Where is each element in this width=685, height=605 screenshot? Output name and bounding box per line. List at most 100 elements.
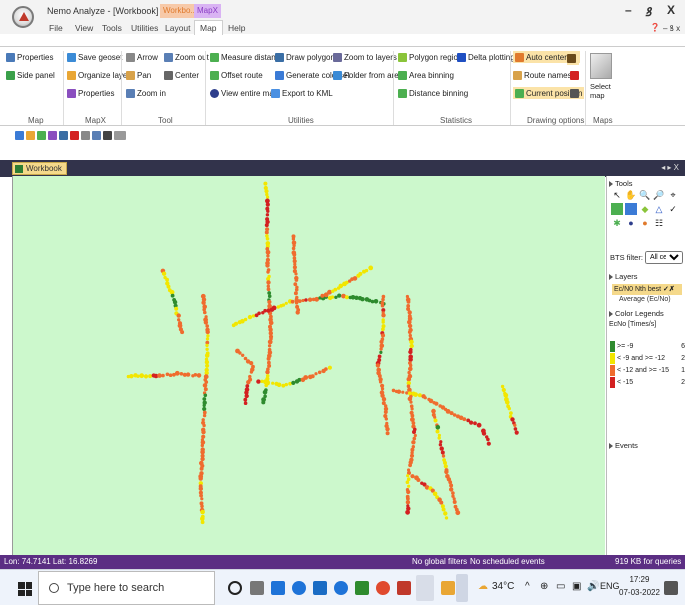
events-header[interactable]: Events [609,441,638,450]
volume-icon[interactable]: 🔊 [587,581,599,592]
organize-layers-button[interactable]: Organize layers [67,69,134,81]
offset-route-button[interactable]: Offset route [210,69,263,81]
view-entire-map-button[interactable]: View entire map [210,87,278,99]
distance-binning-button[interactable]: Distance binning [398,87,468,99]
colorset-tool-icon[interactable] [625,203,637,215]
table-icon[interactable] [59,130,68,140]
menu-map[interactable]: Map [194,20,223,35]
network-icon[interactable]: ⊕ [540,581,548,592]
route-names-toggle[interactable]: Route names [513,69,572,81]
info-tool-icon[interactable]: ☷ [653,217,665,229]
bts-filter-select[interactable]: All cells [644,251,683,264]
powerpoint-icon[interactable] [397,581,411,595]
pinned-app-icon[interactable] [456,574,468,602]
zoom-in-tool-icon[interactable]: 🔍 [639,189,651,201]
layer-check-icon[interactable]: ✓✗ [663,286,675,293]
excel-icon[interactable] [355,581,369,595]
delta-tool-icon[interactable]: △ [653,203,665,215]
settings-tool-icon[interactable] [570,69,581,81]
pen-tool-icon[interactable] [567,51,579,65]
position-tool-icon[interactable]: ● [639,217,651,229]
start-button[interactable] [18,582,32,596]
export-to-kml-button[interactable]: Export to KML [271,87,333,99]
map-view[interactable] [12,176,605,555]
tools-header[interactable]: Tools [609,179,633,188]
restore-button[interactable]: ꝸ [645,3,651,20]
language-indicator[interactable]: ENG [600,581,620,591]
pointer-tool-icon[interactable]: ↖ [611,189,623,201]
save-geoset-button[interactable]: Save geoset [67,51,122,63]
delta-plotting-button[interactable]: Delta plotting [457,51,515,63]
clock[interactable]: 17:29 07-03-2022 [619,573,660,599]
close-button[interactable]: X [667,3,675,17]
app-icon[interactable] [376,581,390,595]
chrome-icon[interactable] [334,581,348,595]
measure-tool-icon[interactable]: ✓ [667,203,679,215]
tab-workbook[interactable]: Workbook [12,162,67,175]
properties-button[interactable]: Properties [6,51,53,63]
layers-tool-icon[interactable] [611,203,623,215]
new-icon[interactable] [15,130,24,140]
menu-layout[interactable]: Layout [165,23,191,33]
zoom-to-layers-button[interactable]: Zoom to layers [333,51,397,63]
application-menu-button[interactable] [12,6,34,28]
route-tool-icon[interactable]: ✱ [611,217,623,229]
layers-header[interactable]: Layers [609,272,638,281]
filter-icon[interactable] [81,130,90,140]
chart-tool-icon[interactable] [570,87,581,99]
folder-taskbar-icon[interactable] [441,581,455,595]
layer-sub-item[interactable]: Average (Ec/No) [619,296,671,303]
temperature-readout[interactable]: 34°C [492,581,514,592]
color-legends-header[interactable]: Color Legends [609,309,664,318]
edge-icon[interactable] [292,581,306,595]
mapx-properties-button[interactable]: Properties [67,87,114,99]
cortana-icon[interactable] [228,581,242,595]
tray-chevron-icon[interactable]: ^ [525,581,530,592]
polygon-tool-icon[interactable]: ◆ [639,203,651,215]
pan-button[interactable]: Pan [126,69,151,81]
area-binning-button[interactable]: Area binning [398,69,454,81]
help-icon[interactable]: ❓ [650,23,660,32]
mail-icon[interactable] [313,581,327,595]
chart-icon[interactable] [70,130,79,140]
layer-item-ecn0[interactable]: Ec/N0 Nth best ✓✗ [612,284,682,295]
grid-icon[interactable] [92,130,101,140]
task-view-icon[interactable] [250,581,264,595]
display-icon[interactable]: ▣ [572,581,581,592]
select-map-button[interactable]: Select map [590,82,616,100]
menu-tools[interactable]: Tools [102,23,122,33]
menu-utilities[interactable]: Utilities [131,23,158,33]
menu-file[interactable]: File [49,23,63,33]
notifications-icon[interactable] [664,581,678,595]
open-icon[interactable] [26,130,35,140]
pan-tool-icon[interactable]: ✋ [625,189,637,201]
zoom-in-button[interactable]: Zoom in [126,87,166,99]
draw-polygon-button[interactable]: Draw polygon [275,51,335,63]
context-tab-workbook[interactable]: Workbo... [160,4,194,18]
file-explorer-icon[interactable] [271,581,285,595]
measure-distance-button[interactable]: Measure distance [210,51,284,63]
zoom-out-tool-icon[interactable]: 🔎 [653,189,665,201]
context-tab-mapx[interactable]: MapX [194,4,221,18]
polygon-region-button[interactable]: Polygon region [398,51,462,63]
side-panel-button[interactable]: Side panel [6,69,55,81]
weather-icon[interactable]: ☁ [478,581,488,592]
center-tool-icon[interactable]: ⌖ [667,189,679,201]
menu-help[interactable]: Help [228,23,245,33]
menu-view[interactable]: View [75,23,93,33]
mdi-window-controls[interactable]: – ꝸ x [663,23,680,34]
workspace-icon[interactable] [48,130,57,140]
minimize-button[interactable]: – [625,3,632,17]
nemo-analyze-taskbar-icon[interactable] [416,575,434,601]
save-icon[interactable] [37,130,46,140]
arrow-tool-button[interactable]: Arrow [126,51,158,63]
globe-tool-icon[interactable]: ● [625,217,637,229]
customize-dropdown-icon[interactable] [114,130,126,140]
battery-icon[interactable]: ▭ [556,581,565,592]
taskbar-search-box[interactable]: Type here to search [38,571,215,605]
window-icon[interactable] [103,130,112,140]
document-tab-controls[interactable]: ◂ ▸ X [661,163,679,172]
center-button[interactable]: Center [164,69,199,81]
zoom-out-button[interactable]: Zoom out [164,51,209,63]
drive-test-route-map[interactable] [13,176,606,555]
